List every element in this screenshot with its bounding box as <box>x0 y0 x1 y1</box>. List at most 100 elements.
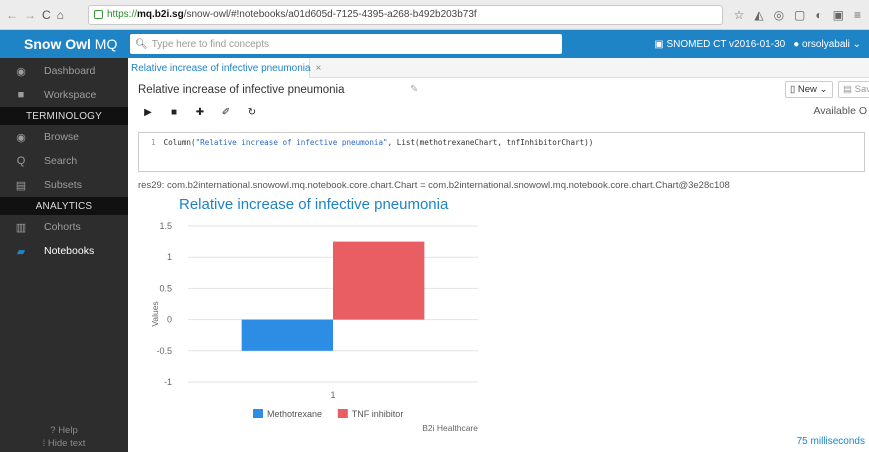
sidebar: ◉ Dashboard ■ Workspace TERMINOLOGY ◉ Br… <box>0 58 128 452</box>
home-icon[interactable]: ⌂ <box>57 8 64 22</box>
bar-methotrexane <box>241 319 333 351</box>
brand-suffix: MQ <box>94 36 118 52</box>
save-label: Save <box>854 84 869 95</box>
sidebar-item-label: Dashboard <box>44 65 96 77</box>
y-axis-label: Values <box>150 301 160 326</box>
reload-icon[interactable]: C <box>42 8 51 22</box>
user-icon: ● <box>793 38 800 50</box>
kernel-status: Available O <box>813 105 867 117</box>
code-text: Column( <box>163 138 196 147</box>
sidebar-item-label: Workspace <box>44 89 97 101</box>
briefcase-icon: ▣ <box>654 38 664 50</box>
y-tick-label: 0 <box>167 315 172 325</box>
forward-icon[interactable]: → <box>24 8 36 22</box>
stop-icon[interactable]: ■ <box>166 107 182 118</box>
code-cell[interactable]: 1 Column("Relative increase of infective … <box>138 132 865 172</box>
hide-text-label: Hide text <box>47 438 86 449</box>
chevron-down-icon: ⌄ <box>852 38 861 50</box>
star-icon[interactable]: ☆ <box>734 8 745 22</box>
line-number: 1 <box>151 138 156 147</box>
book-icon: ▰ <box>16 245 26 258</box>
browser-toolbar: ← → C ⌂ https://mq.b2i.sg/snow-owl/#!not… <box>0 0 869 30</box>
extension-icon[interactable]: ▣ <box>833 8 844 22</box>
legend-label: TNF inhibitor <box>352 409 404 419</box>
chevron-down-icon: ⌄ <box>819 84 828 95</box>
refresh-icon[interactable]: ↻ <box>244 107 260 118</box>
search-placeholder: Type here to find concepts <box>151 38 269 50</box>
help-label: Help <box>58 425 78 436</box>
notebook-title: Relative increase of infective pneumonia <box>138 84 345 96</box>
extension-icon[interactable]: ◎ <box>774 8 784 22</box>
user-menu[interactable]: ● orsolyabali ⌄ <box>793 39 861 50</box>
chart-title: Relative increase of infective pneumonia <box>179 196 449 213</box>
notebook-title-row: Relative increase of infective pneumonia… <box>128 78 869 102</box>
lock-icon <box>94 10 103 19</box>
notebook-toolbar: ▶ ■ ✚ ✐ ↻ Available O <box>128 102 869 122</box>
browser-nav: ← → C ⌂ <box>0 8 88 22</box>
code-text: , List(methotrexaneChart, tnfInhibitorCh… <box>387 138 594 147</box>
clipboard-icon: ▥ <box>15 221 27 234</box>
chart-credit: B2i Healthcare <box>422 423 478 433</box>
sidebar-item-label: Subsets <box>44 179 82 191</box>
save-icon: ▤ <box>843 84 852 95</box>
header-right: ▣ SNOMED CT v2016-01-30 ● orsolyabali ⌄ <box>654 39 869 50</box>
cell-output: res29: com.b2international.snowowl.mq.no… <box>138 180 730 191</box>
extension-icon[interactable]: ◭ <box>754 8 763 22</box>
sidebar-item-cohorts[interactable]: ▥ Cohorts <box>0 215 128 239</box>
search-icon: 🔍︎ <box>135 38 148 50</box>
sidebar-item-label: Search <box>44 155 78 167</box>
concept-search-input[interactable]: 🔍︎ Type here to find concepts <box>130 34 562 54</box>
bar-chart: -1 -0.5 0 0.5 1 1.5 Values 1 Methotrexane TNF inh… <box>150 221 478 433</box>
sidebar-item-search[interactable]: Q Search <box>0 149 128 173</box>
brand-logo[interactable]: Snow Owl MQ <box>0 36 128 52</box>
y-tick-label: 1.5 <box>159 221 172 231</box>
folder-icon: ■ <box>17 89 25 101</box>
sidebar-item-dashboard[interactable]: ◉ Dashboard <box>0 59 128 83</box>
new-button[interactable]: ▯ New ⌄ <box>785 81 833 98</box>
sidebar-item-label: Cohorts <box>44 221 81 233</box>
y-tick-label: 1 <box>167 252 172 262</box>
url-path: /snow-owl/#!notebooks/a01d605d-7125-4395… <box>183 9 477 20</box>
main-panel: Relative increase of infective pneumonia… <box>128 58 869 452</box>
eye-icon: ◉ <box>16 131 26 144</box>
username: orsolyabali <box>802 38 850 50</box>
sidebar-item-workspace[interactable]: ■ Workspace <box>0 83 128 107</box>
sidebar-item-label: Notebooks <box>44 245 95 257</box>
clear-icon[interactable]: ✐ <box>218 107 234 118</box>
run-icon[interactable]: ▶ <box>140 107 156 118</box>
edition-label: SNOMED CT v2016-01-30 <box>666 38 786 50</box>
sidebar-item-browse[interactable]: ◉ Browse <box>0 125 128 149</box>
add-cell-icon[interactable]: ✚ <box>192 107 208 118</box>
menu-icon[interactable]: ≡ <box>854 8 861 22</box>
url-host: mq.b2i.sg <box>137 9 184 20</box>
code-string: "Relative increase of infective pneumoni… <box>195 138 388 147</box>
code-editor[interactable]: 1 Column("Relative increase of infective … <box>139 133 864 147</box>
sidebar-item-label: Browse <box>44 131 80 143</box>
edit-icon[interactable]: ✎ <box>410 84 418 95</box>
legend-swatch <box>337 409 348 418</box>
help-link[interactable]: ? Help <box>0 424 128 437</box>
extension-icon[interactable]: ◐ <box>815 8 822 22</box>
app-header: Snow Owl MQ 🔍︎ Type here to find concept… <box>0 30 869 58</box>
sidebar-item-subsets[interactable]: ▤ Subsets <box>0 173 128 197</box>
tab-bar: Relative increase of infective pneumonia… <box>128 58 869 78</box>
back-icon[interactable]: ← <box>6 8 18 22</box>
tab-label: Relative increase of infective pneumonia <box>131 62 311 74</box>
save-button[interactable]: ▤ Save <box>838 81 869 98</box>
y-tick-label: 0.5 <box>159 283 172 293</box>
sidebar-item-notebooks[interactable]: ▰ Notebooks <box>0 239 128 263</box>
brand-name: Snow Owl <box>24 36 91 52</box>
y-tick-label: -0.5 <box>156 346 172 356</box>
bar-tnf-inhibitor <box>333 241 425 320</box>
y-tick-label: -1 <box>164 377 172 387</box>
legend-swatch <box>253 409 263 418</box>
edition-selector[interactable]: ▣ SNOMED CT v2016-01-30 <box>654 39 785 50</box>
extension-icon[interactable]: ▢ <box>794 8 805 22</box>
address-bar[interactable]: https://mq.b2i.sg/snow-owl/#!notebooks/a… <box>88 4 723 25</box>
search-icon: Q <box>16 155 26 167</box>
dashboard-icon: ◉ <box>16 65 26 78</box>
close-icon[interactable]: × <box>316 63 322 74</box>
browser-extension-icons: ☆ ◭ ◎ ▢ ◐ ▣ ≡ <box>734 8 869 22</box>
tab-notebook[interactable]: Relative increase of infective pneumonia… <box>128 58 321 78</box>
hide-text-toggle[interactable]: ⁞ Hide text <box>0 437 128 450</box>
